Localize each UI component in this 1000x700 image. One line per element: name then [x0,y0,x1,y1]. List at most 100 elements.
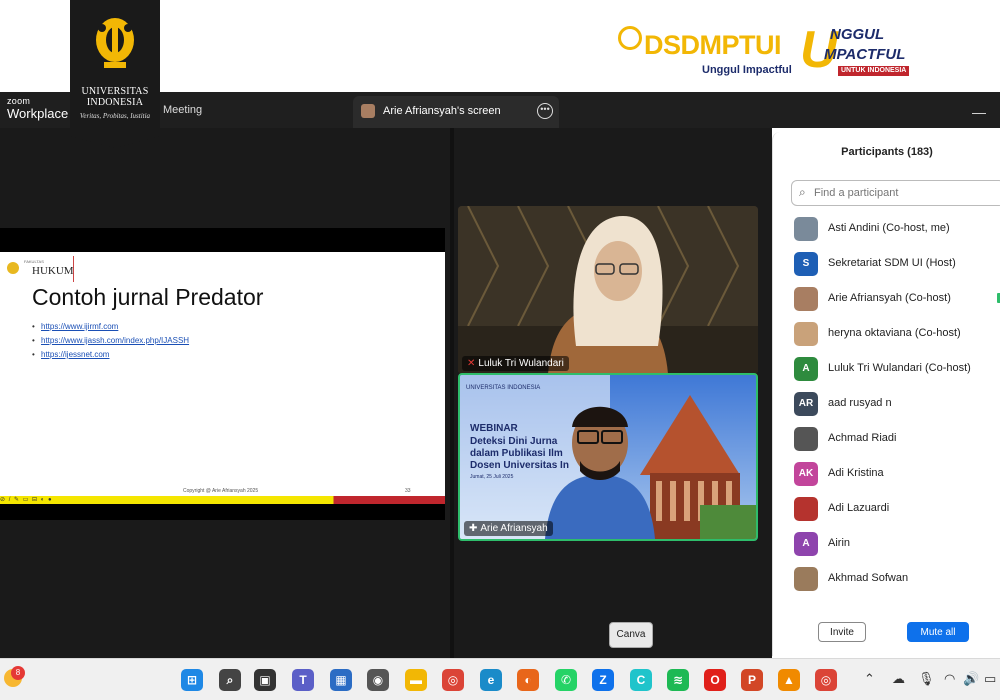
more-options-icon[interactable]: ••• [537,103,553,119]
presenter-avatar [361,104,375,118]
participant-name: Akhmad Sofwan [828,572,909,584]
slide-page-number: 33 [405,488,411,494]
shared-screen-tab[interactable]: Arie Afriansyah's screen ••• [353,96,559,128]
participant-name: Adi Kristina [828,467,884,479]
stage-divider[interactable] [450,128,454,658]
powerpoint-icon[interactable]: P [741,669,763,691]
participant-name: Asti Andini (Co-host, me) [828,222,950,234]
participant-avatar [794,567,818,591]
mute-all-button[interactable]: Mute all [907,622,969,642]
faculty-logo: FAKULTAS HUKUM [4,256,74,282]
chrome-icon[interactable]: ◎ [442,669,464,691]
network-cloud-icon[interactable]: ☁ [892,671,905,687]
participant-avatar: AR [794,392,818,416]
task-view-icon[interactable]: ▣ [254,669,276,691]
slide-link[interactable]: https://ijessnet.com [32,348,189,362]
invite-button[interactable]: Invite [818,622,866,642]
tile-name-badge: ✚ Arie Afriansyah [464,521,553,536]
participants-panel: Participants (183) ⌕ Asti Andini (Co-hos… [772,132,1000,656]
zoom-product-name: Workplace [7,106,69,121]
participant-row[interactable]: Arie Afriansyah (Co-host) [773,281,1000,316]
participant-video [458,206,758,374]
tile-name-badge: ✕ Luluk Tri Wulandari [462,356,569,371]
shared-slide: FAKULTAS HUKUM Contoh jurnal Predator ht… [0,252,445,504]
slideshow-toolbar[interactable]: ⊘ / ✎ ▭ ⊟ ◐ ● [0,496,53,503]
unggul-line3: UNTUK INDONESIA [838,66,910,76]
firefox-icon[interactable]: ◐ [517,669,539,691]
participant-row[interactable]: Adi Lazuardi [773,491,1000,526]
unggul-line2: MPACTFUL [824,46,906,63]
slide-letterbox-bottom [0,504,445,520]
chrome-profile-icon[interactable]: ◎ [815,669,837,691]
participant-avatar [794,427,818,451]
meeting-label: Meeting [163,104,203,116]
battery-icon[interactable]: ▭ [984,671,996,687]
participant-row[interactable]: Akhmad Sofwan [773,561,1000,596]
file-explorer-icon[interactable]: ▬ [405,669,427,691]
volume-icon[interactable]: 🔊 [963,671,979,687]
zoom-brand: zoom [7,96,31,106]
search-icon: ⌕ [799,185,806,199]
participant-row[interactable]: Achmad Riadi [773,421,1000,456]
pin-icon: ✚ [469,523,478,534]
webinar-title-line2: dalam Publikasi Ilm [470,448,563,459]
participant-list: Asti Andini (Co-host, me) S Sekretariat SD… [773,211,1000,596]
microphone-icon[interactable]: 🎙 [918,671,935,687]
unggul-impactful-logo: U NGGUL MPACTFUL UNTUK INDONESIA [800,22,925,82]
minimize-icon[interactable]: — [972,104,986,120]
participant-row[interactable]: Asti Andini (Co-host, me) [773,211,1000,246]
university-name-line1: UNIVERSITAS [81,86,149,97]
teams-icon[interactable]: T [292,669,314,691]
participant-name: heryna oktaviana (Co-host) [828,327,961,339]
zoom-icon[interactable]: Z [592,669,614,691]
search-icon[interactable]: ⌕ [219,669,241,691]
wifi-icon[interactable]: ◠ [944,671,955,687]
show-hidden-icon[interactable]: ⌃ [864,671,875,687]
video-tile-arie[interactable]: UNIVERSITAS INDONESIA WEBINAR Deteksi Di… [458,373,758,541]
participant-row[interactable]: AK Adi Kristina [773,456,1000,491]
participant-row[interactable]: heryna oktaviana (Co-host) [773,316,1000,351]
participant-search[interactable]: ⌕ [791,180,1000,206]
dsdm-tagline: Unggul Impactful [702,64,792,76]
participant-avatar [794,287,818,311]
participant-search-input[interactable] [814,185,994,201]
participant-avatar: A [794,357,818,381]
slide-letterbox-top [0,228,445,252]
canva-icon[interactable]: C [630,669,652,691]
participant-name: aad rusyad n [828,397,892,409]
video-tile-luluk[interactable]: ✕ Luluk Tri Wulandari [458,206,758,374]
slide-link-list: https://www.ijirmf.com https://www.ijass… [32,320,189,362]
participant-row[interactable]: A Luluk Tri Wulandari (Co-host) [773,351,1000,386]
start-icon[interactable]: ⊞ [181,669,203,691]
slide-link[interactable]: https://www.ijassh.com/index.php/IJASSH [32,334,189,348]
participant-name: Airin [828,537,851,549]
vlc-icon[interactable]: ▲ [778,669,800,691]
participant-name: Sekretariat SDM UI (Host) [828,257,956,269]
webinar-title-line3: Dosen Universitas In [470,460,569,471]
participant-row[interactable]: AR aad rusyad n [773,386,1000,421]
participant-row[interactable]: A Airin [773,526,1000,561]
slide-link[interactable]: https://www.ijirmf.com [32,320,189,334]
webinar-date: Jumat, 25 Juli 2025 [470,474,514,480]
participant-name: Luluk Tri Wulandari (Co-host) [828,362,971,374]
dsdm-seal-icon [618,26,642,50]
spotify-icon[interactable]: ≋ [667,669,689,691]
participant-name: Arie Afriansyah (Co-host) [828,292,951,304]
edge-icon[interactable]: e [480,669,502,691]
webinar-title-line1: Deteksi Dini Jurna [470,436,558,447]
canva-tooltip: Canva [609,622,653,648]
camera-icon[interactable]: ◉ [367,669,389,691]
slide-copyright: Copyright @ Arie Afriansyah 2025 [183,488,259,494]
opera-icon[interactable]: O [704,669,726,691]
faculty-seal-icon [7,262,19,274]
mic-muted-icon: ✕ [467,358,476,369]
whatsapp-icon[interactable]: ✆ [555,669,577,691]
participants-title: Participants (183) [841,146,933,158]
participant-row[interactable]: S Sekretariat SDM UI (Host) [773,246,1000,281]
participant-video: UNIVERSITAS INDONESIA WEBINAR Deteksi Di… [460,375,756,539]
store-icon[interactable]: ▦ [330,669,352,691]
participant-name: Adi Lazuardi [828,502,890,514]
participant-avatar [794,497,818,521]
shared-screen-label: Arie Afriansyah's screen [383,105,501,117]
slide-title: Contoh jurnal Predator [32,284,264,310]
